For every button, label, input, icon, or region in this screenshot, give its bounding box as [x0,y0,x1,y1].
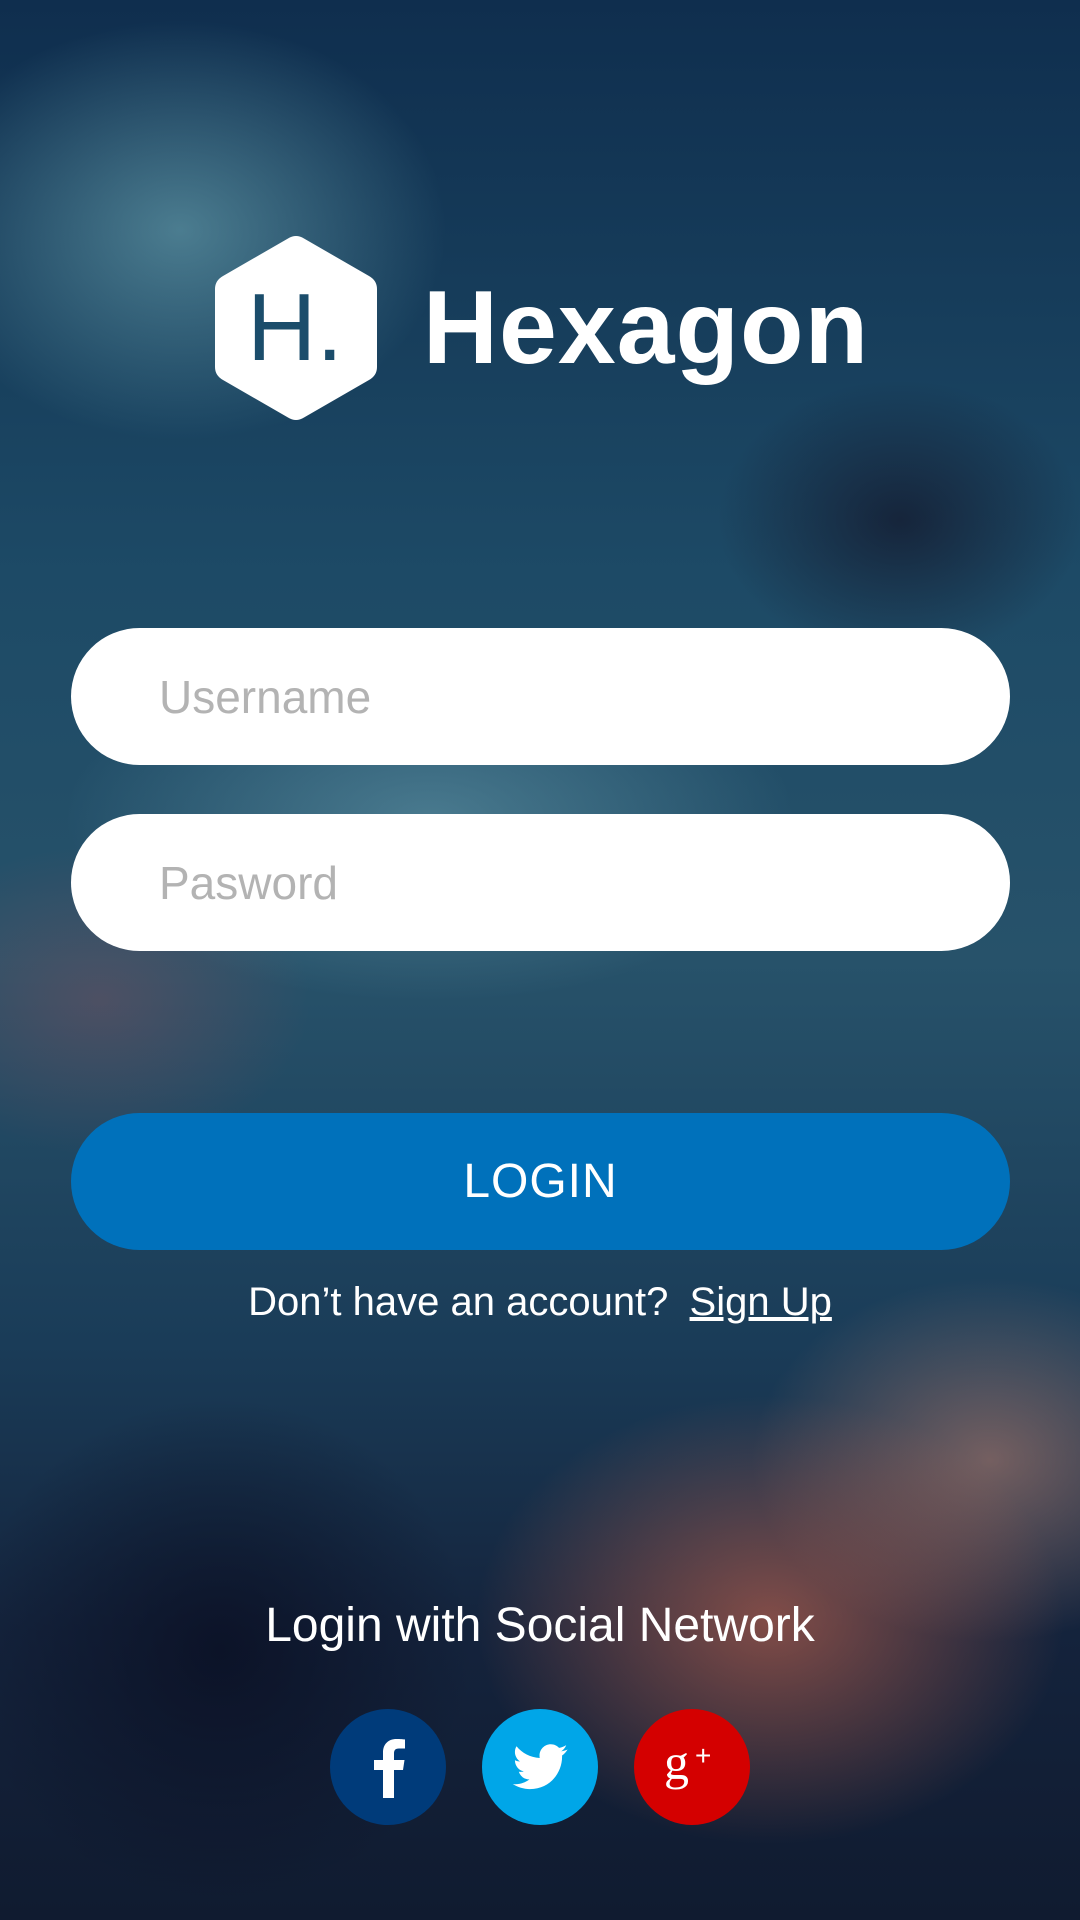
twitter-button[interactable] [482,1709,598,1825]
social-login-title: Login with Social Network [265,1599,815,1652]
password-field[interactable] [71,814,1010,951]
facebook-button[interactable] [330,1709,446,1825]
login-button[interactable]: LOGIN [71,1113,1010,1250]
facebook-icon [374,1739,405,1798]
google-plus-icon: g + [664,1735,711,1790]
social-buttons: g + [0,1709,1080,1825]
signup-prompt: Don’t have an account? [248,1280,669,1324]
signup-link[interactable]: Sign Up [690,1280,832,1324]
google-plus-button[interactable]: g + [634,1709,750,1825]
logo-letter: H. [247,274,343,381]
username-input[interactable] [157,668,1010,725]
brand-name: Hexagon [422,270,870,386]
twitter-icon [512,1744,568,1790]
svg-text:+: + [695,1740,711,1771]
brand-logo: H. Hexagon [0,232,1080,424]
hexagon-logo-icon: H. [214,236,377,420]
password-input[interactable] [157,854,1010,911]
login-screen: H. Hexagon LOGIN Don’t have an account? … [0,0,1080,1920]
signup-row: Don’t have an account? Sign Up [0,1280,1080,1325]
username-field[interactable] [71,628,1010,765]
svg-text:g: g [664,1735,689,1790]
